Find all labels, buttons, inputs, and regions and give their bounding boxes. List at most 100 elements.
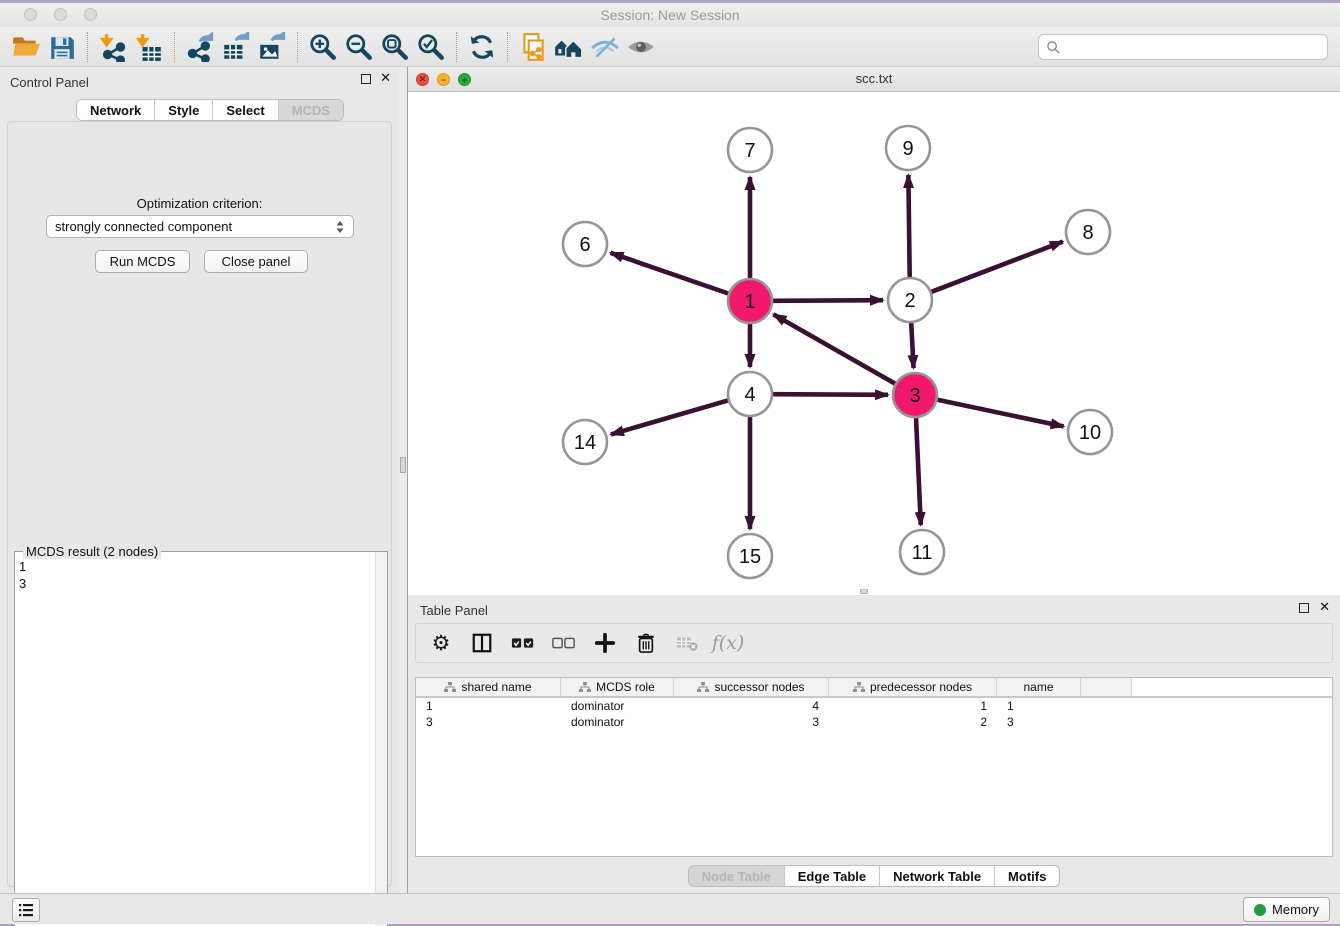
graph-node-label: 4	[744, 384, 755, 406]
table-cell[interactable]: 1	[416, 698, 561, 714]
search-input[interactable]	[1065, 37, 1327, 57]
optimization-criterion-select[interactable]: strongly connected component	[46, 215, 354, 238]
export-image-icon[interactable]	[254, 30, 290, 64]
delete-row-icon[interactable]	[633, 629, 659, 657]
table-cell[interactable]: dominator	[561, 698, 674, 714]
table-cell[interactable]: dominator	[561, 714, 674, 730]
column-type-icon	[697, 682, 709, 693]
graph-node-label: 6	[579, 234, 590, 256]
import-table-icon[interactable]	[131, 30, 167, 64]
tab-style[interactable]: Style	[155, 100, 213, 120]
graph-edge-1-2[interactable]	[773, 300, 883, 301]
columns-icon[interactable]	[469, 629, 495, 657]
hide-panels-icon[interactable]	[587, 30, 623, 64]
column-header-predecessor-nodes[interactable]: predecessor nodes	[829, 678, 997, 696]
table-cell[interactable]: 2	[829, 714, 997, 730]
search-icon	[1046, 40, 1061, 55]
divider-drag-handle[interactable]	[860, 589, 868, 594]
column-type-icon	[444, 682, 456, 693]
table-cell[interactable]: 1	[997, 698, 1081, 714]
graph-edge-2-3[interactable]	[911, 323, 913, 368]
main-toolbar	[0, 27, 1340, 67]
zoom-selected-icon[interactable]	[413, 30, 449, 64]
graph-edge-2-9[interactable]	[908, 175, 909, 277]
column-header-shared-name[interactable]: shared name	[416, 678, 561, 696]
network-graph[interactable]: 7968124314101511	[408, 92, 1340, 589]
graph-edge-4-14[interactable]	[611, 400, 728, 434]
tab-motifs[interactable]: Motifs	[995, 866, 1059, 886]
task-list-icon	[18, 903, 34, 917]
table-row[interactable]: 3dominator323	[416, 714, 1332, 730]
graph-node-label: 11	[912, 542, 933, 564]
control-panel: Control Panel ✕ Network Style Select MCD…	[0, 67, 399, 893]
app-titlebar: Session: New Session	[0, 3, 1340, 27]
toolbar-separator	[87, 32, 88, 62]
save-session-icon[interactable]	[44, 30, 80, 64]
task-history-button[interactable]	[12, 898, 40, 922]
zoom-fit-icon[interactable]	[377, 30, 413, 64]
zoom-out-icon[interactable]	[341, 30, 377, 64]
add-row-icon[interactable]	[592, 629, 618, 657]
node-table[interactable]: shared nameMCDS rolesuccessor nodesprede…	[415, 677, 1333, 857]
float-panel-icon[interactable]	[361, 74, 371, 84]
table-cell[interactable]: 4	[674, 698, 829, 714]
tab-select[interactable]: Select	[213, 100, 278, 120]
divider-drag-handle[interactable]	[400, 457, 406, 473]
table-cell[interactable]: 1	[829, 698, 997, 714]
table-header-row: shared nameMCDS rolesuccessor nodesprede…	[416, 678, 1332, 698]
mcds-result-title: MCDS result (2 nodes)	[23, 544, 161, 559]
network-window-titlebar[interactable]: ✕ − + scc.txt	[408, 67, 1340, 92]
tab-edge-table[interactable]: Edge Table	[785, 866, 880, 886]
settings-icon[interactable]: ⚙	[428, 629, 454, 657]
tab-network-table[interactable]: Network Table	[880, 866, 995, 886]
refresh-view-icon[interactable]	[464, 30, 500, 64]
import-network-icon[interactable]	[95, 30, 131, 64]
select-all-icon[interactable]	[510, 629, 536, 657]
column-header-MCDS-role[interactable]: MCDS role	[561, 678, 674, 696]
export-network-icon[interactable]	[182, 30, 218, 64]
network-window-title: scc.txt	[408, 71, 1340, 86]
table-cell[interactable]: 3	[674, 714, 829, 730]
graph-edge-4-3[interactable]	[773, 394, 888, 395]
control-panel-title: Control Panel	[10, 75, 89, 90]
graph-edge-3-1[interactable]	[773, 314, 895, 383]
graph-edge-2-8[interactable]	[931, 242, 1062, 292]
graph-edge-3-10[interactable]	[938, 400, 1064, 427]
open-file-icon[interactable]	[8, 30, 44, 64]
tab-network[interactable]: Network	[77, 100, 155, 120]
result-scrollbar[interactable]	[375, 552, 387, 926]
export-table-icon[interactable]	[218, 30, 254, 64]
network-canvas[interactable]: 7968124314101511	[408, 92, 1340, 589]
toolbar-separator	[456, 32, 457, 62]
function-builder-icon: f(x)	[715, 629, 741, 657]
delete-table-icon	[674, 629, 700, 657]
graph-node-label: 2	[904, 290, 915, 312]
show-panels-icon[interactable]	[623, 30, 659, 64]
close-panel-button[interactable]: Close panel	[204, 250, 308, 273]
graph-edge-1-6[interactable]	[611, 253, 729, 294]
column-header-name[interactable]: name	[997, 678, 1081, 696]
graph-edge-3-11[interactable]	[916, 418, 921, 525]
unselect-all-icon[interactable]	[551, 629, 577, 657]
table-cell[interactable]: 3	[416, 714, 561, 730]
table-row[interactable]: 1dominator411	[416, 698, 1332, 714]
table-cell[interactable]: 3	[997, 714, 1081, 730]
duplicate-network-icon[interactable]	[515, 30, 551, 64]
optimization-criterion-label: Optimization criterion:	[8, 196, 391, 211]
close-panel-icon[interactable]: ✕	[380, 74, 391, 84]
float-panel-icon[interactable]	[1299, 603, 1309, 613]
run-mcds-button[interactable]: Run MCDS	[95, 250, 190, 273]
tab-node-table[interactable]: Node Table	[689, 866, 785, 886]
tab-mcds[interactable]: MCDS	[279, 100, 343, 120]
search-box[interactable]	[1038, 34, 1328, 60]
table-tabs: Node Table Edge Table Network Table Moti…	[408, 865, 1340, 887]
column-header-successor-nodes[interactable]: successor nodes	[674, 678, 829, 696]
home-view-icon[interactable]	[551, 30, 587, 64]
graph-node-label: 14	[574, 432, 596, 454]
memory-button[interactable]: Memory	[1243, 897, 1330, 922]
zoom-in-icon[interactable]	[305, 30, 341, 64]
vertical-split-divider[interactable]	[399, 67, 408, 893]
close-panel-icon[interactable]: ✕	[1319, 603, 1330, 613]
stepper-icon	[335, 220, 345, 234]
mcds-result-box[interactable]: MCDS result (2 nodes) 1 3	[14, 551, 388, 926]
